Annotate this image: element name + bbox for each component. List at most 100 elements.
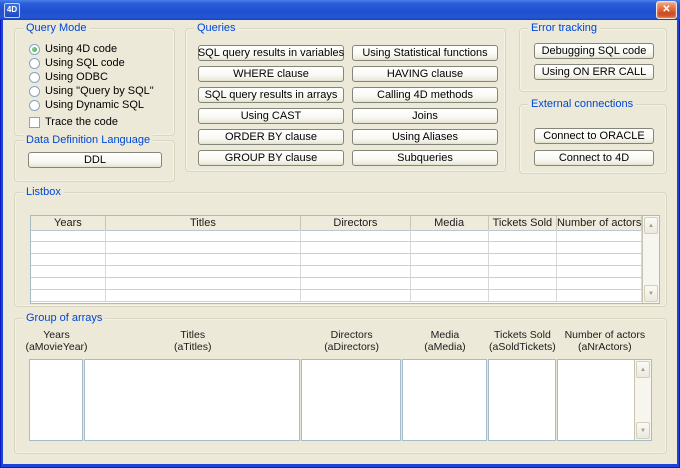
- query-button[interactable]: Using Aliases: [352, 129, 498, 145]
- listbox-cell[interactable]: [489, 254, 558, 265]
- radio-option-2[interactable]: Using SQL code: [29, 56, 174, 70]
- listbox-cell[interactable]: [489, 278, 558, 289]
- radio-button-icon[interactable]: [29, 72, 40, 83]
- listbox-cell[interactable]: [31, 278, 106, 289]
- listbox-cell[interactable]: [31, 242, 106, 253]
- query-button[interactable]: HAVING clause: [352, 66, 498, 82]
- listbox-table[interactable]: YearsTitlesDirectorsMediaTickets SoldNum…: [30, 215, 660, 304]
- query-button[interactable]: ORDER BY clause: [198, 129, 344, 145]
- app-icon-4d: 4D: [4, 3, 20, 18]
- close-button[interactable]: ✕: [656, 1, 677, 19]
- radio-option-4[interactable]: Using "Query by SQL": [29, 84, 174, 98]
- connect-to-4d-button[interactable]: Connect to 4D: [534, 150, 654, 166]
- listbox-column-header[interactable]: Directors: [301, 216, 411, 230]
- using-on-err-call-button[interactable]: Using ON ERR CALL: [534, 64, 654, 80]
- listbox-cell[interactable]: [411, 290, 489, 301]
- listbox-cell[interactable]: [106, 254, 301, 265]
- listbox-column-header[interactable]: Titles: [106, 216, 301, 230]
- radio-button-icon[interactable]: [29, 58, 40, 69]
- listbox-cell[interactable]: [489, 230, 558, 241]
- trace-the-code-checkbox[interactable]: Trace the code: [29, 115, 174, 129]
- array-column-header: Tickets Sold(aSoldTickets): [488, 328, 557, 354]
- group-of-arrays: Group of arrays Years(aMovieYear)Titles(…: [14, 318, 667, 454]
- listbox-cell[interactable]: [301, 254, 411, 265]
- listbox-row[interactable]: [31, 266, 642, 278]
- listbox-cell[interactable]: [411, 230, 489, 241]
- array-column-panel[interactable]: ▲▼: [557, 359, 652, 441]
- listbox-column-header[interactable]: Tickets Sold: [489, 216, 558, 230]
- listbox-row[interactable]: [31, 230, 642, 242]
- queries-group: Queries SQL query results in variablesWH…: [185, 28, 506, 172]
- query-button[interactable]: Using Statistical functions: [352, 45, 498, 61]
- listbox-cell[interactable]: [557, 278, 642, 289]
- listbox-column-header[interactable]: Years: [31, 216, 106, 230]
- scroll-up-icon[interactable]: ▲: [644, 217, 658, 234]
- radio-button-icon[interactable]: [29, 44, 40, 55]
- listbox-cell[interactable]: [411, 266, 489, 277]
- array-column-panel[interactable]: [84, 359, 301, 441]
- listbox-cell[interactable]: [557, 290, 642, 301]
- query-button[interactable]: WHERE clause: [198, 66, 344, 82]
- listbox-cell[interactable]: [106, 230, 301, 241]
- arrays-vertical-scrollbar[interactable]: ▲▼: [634, 360, 651, 440]
- query-button[interactable]: Joins: [352, 108, 498, 124]
- radio-button-icon[interactable]: [29, 100, 40, 111]
- radio-option-5[interactable]: Using Dynamic SQL: [29, 98, 174, 112]
- scroll-down-icon[interactable]: ▼: [644, 285, 658, 302]
- listbox-cell[interactable]: [557, 254, 642, 265]
- radio-option-3[interactable]: Using ODBC: [29, 70, 174, 84]
- listbox-cell[interactable]: [31, 290, 106, 301]
- listbox-cell[interactable]: [557, 230, 642, 241]
- listbox-vertical-scrollbar[interactable]: ▲ ▼: [642, 216, 659, 303]
- query-button[interactable]: GROUP BY clause: [198, 150, 344, 166]
- scroll-down-icon[interactable]: ▼: [636, 422, 650, 439]
- listbox-cell[interactable]: [411, 254, 489, 265]
- listbox-row[interactable]: [31, 242, 642, 254]
- listbox-cell[interactable]: [489, 290, 558, 301]
- query-button[interactable]: Calling 4D methods: [352, 87, 498, 103]
- listbox-cell[interactable]: [489, 242, 558, 253]
- debugging-sql-code-button[interactable]: Debugging SQL code: [534, 43, 654, 59]
- listbox-row[interactable]: [31, 278, 642, 290]
- radio-button-icon[interactable]: [29, 86, 40, 97]
- listbox-row[interactable]: [31, 290, 642, 302]
- listbox-column-header[interactable]: Number of actors: [557, 216, 642, 230]
- listbox-cell[interactable]: [301, 266, 411, 277]
- ddl-button[interactable]: DDL: [28, 152, 162, 168]
- radio-option-1[interactable]: Using 4D code: [29, 42, 174, 56]
- listbox-cell[interactable]: [489, 266, 558, 277]
- listbox-cell[interactable]: [557, 266, 642, 277]
- checkbox-label: Trace the code: [45, 116, 118, 128]
- query-button[interactable]: Subqueries: [352, 150, 498, 166]
- query-button[interactable]: Using CAST: [198, 108, 344, 124]
- listbox-cell[interactable]: [106, 290, 301, 301]
- query-button[interactable]: SQL query results in arrays: [198, 87, 344, 103]
- array-column-panel[interactable]: [488, 359, 556, 441]
- listbox-cell[interactable]: [106, 266, 301, 277]
- listbox-cell[interactable]: [301, 230, 411, 241]
- array-column-panel[interactable]: [29, 359, 83, 441]
- title-bar[interactable]: 4D ✕: [0, 0, 680, 20]
- array-column-header: Number of actors(aNrActors): [557, 328, 653, 354]
- scroll-up-icon[interactable]: ▲: [636, 361, 650, 378]
- listbox-cell[interactable]: [411, 242, 489, 253]
- query-mode-title: Query Mode: [23, 22, 90, 35]
- listbox-row[interactable]: [31, 254, 642, 266]
- listbox-column-header[interactable]: Media: [411, 216, 489, 230]
- array-column-panel[interactable]: [301, 359, 400, 441]
- listbox-cell[interactable]: [31, 266, 106, 277]
- listbox-cell[interactable]: [301, 242, 411, 253]
- listbox-cell[interactable]: [301, 278, 411, 289]
- listbox-cell[interactable]: [31, 230, 106, 241]
- connect-to-oracle-button[interactable]: Connect to ORACLE: [534, 128, 654, 144]
- array-column-panel[interactable]: [402, 359, 487, 441]
- listbox-cell[interactable]: [411, 278, 489, 289]
- checkbox-icon[interactable]: [29, 117, 40, 128]
- listbox-cell[interactable]: [301, 290, 411, 301]
- listbox-cell[interactable]: [106, 242, 301, 253]
- listbox-cell[interactable]: [31, 254, 106, 265]
- listbox-cell[interactable]: [557, 242, 642, 253]
- listbox-cell[interactable]: [106, 278, 301, 289]
- query-button[interactable]: SQL query results in variables: [198, 45, 344, 61]
- queries-group-title: Queries: [194, 22, 239, 35]
